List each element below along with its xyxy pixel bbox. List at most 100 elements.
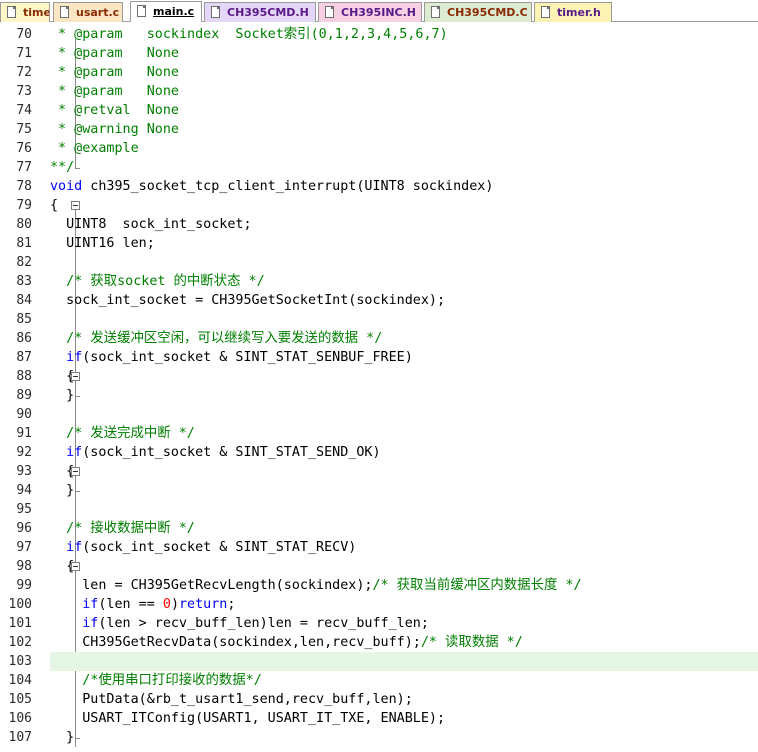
code-line[interactable]: 70 * @param sockindex Socket索引(0,1,2,3,4… — [0, 25, 758, 44]
code-token: * @param None — [50, 46, 179, 61]
code-editor[interactable]: 70 * @param sockindex Socket索引(0,1,2,3,4… — [0, 23, 758, 752]
code-token: (sock_int_socket & SINT_STAT_SENBUF_FREE… — [82, 350, 413, 365]
code-line[interactable]: 101 if(len > recv_buff_len)len = recv_bu… — [0, 614, 758, 633]
line-number: 87 — [16, 350, 32, 365]
tab-usart-c[interactable]: usart.c — [53, 2, 123, 22]
code-line[interactable]: 100 if(len == 0)return; — [0, 595, 758, 614]
code-line[interactable]: 104 /*使用串口打印接收的数据*/ — [0, 671, 758, 690]
line-number: 79 — [16, 198, 32, 213]
code-token: (sock_int_socket & SINT_STAT_SEND_OK) — [82, 445, 381, 460]
code-line[interactable]: 103 — [0, 652, 758, 671]
line-number: 71 — [16, 46, 32, 61]
code-line[interactable]: 87 if(sock_int_socket & SINT_STAT_SENBUF… — [0, 348, 758, 367]
code-token: } — [50, 483, 75, 498]
line-number: 97 — [16, 540, 32, 555]
code-token: return — [179, 597, 228, 612]
code-token: } — [50, 730, 75, 745]
code-line[interactable]: 86 /* 发送缓冲区空闲，可以继续写入要发送的数据 */ — [0, 329, 758, 348]
code-line[interactable]: 83 /* 获取socket 的中断状态 */ — [0, 272, 758, 291]
file-icon — [325, 6, 334, 18]
code-line[interactable]: 78 void ch395_socket_tcp_client_interrupt… — [0, 177, 758, 196]
code-token: if — [82, 597, 99, 612]
code-line[interactable]: 80 UINT8 sock_int_socket; — [0, 215, 758, 234]
code-token: { — [50, 464, 75, 479]
line-number: 78 — [16, 179, 32, 194]
tab-timer-c[interactable]: timer.c — [0, 2, 50, 22]
file-tab-bar: timer.c usart.c main.c CH395CMD.H CH395INC.H… — [0, 0, 758, 23]
line-number: 77 — [16, 160, 32, 175]
line-number: 80 — [16, 217, 32, 232]
code-token: UINT16 len; — [50, 236, 155, 251]
file-icon — [211, 6, 220, 18]
code-line[interactable]: 92 if(sock_int_socket & SINT_STAT_SEND_O… — [0, 443, 758, 462]
tab-label: timer.h — [557, 6, 601, 19]
code-line[interactable]: 106 USART_ITConfig(USART1, USART_IT_TXE,… — [0, 709, 758, 728]
line-number: 81 — [16, 236, 32, 251]
code-line[interactable]: 73 * @param None — [0, 82, 758, 101]
code-text: PutData(&rb_t_usart1_send,recv_buff,len)… — [50, 690, 413, 709]
code-text: if(len > recv_buff_len)len = recv_buff_l… — [50, 614, 429, 633]
code-line[interactable]: 96 /* 接收数据中断 */ — [0, 519, 758, 538]
code-text: * @param None — [50, 44, 179, 63]
code-text: sock_int_socket = CH395GetSocketInt(sock… — [50, 291, 445, 310]
line-number: 102 — [8, 635, 32, 650]
line-number: 96 — [16, 521, 32, 536]
line-number: 105 — [8, 692, 32, 707]
line-number: 95 — [16, 502, 32, 517]
code-line[interactable]: 90 — [0, 405, 758, 424]
code-line[interactable]: 93 { — [0, 462, 758, 481]
line-number: 88 — [16, 369, 32, 384]
code-line[interactable]: 98 { — [0, 557, 758, 576]
line-number: 73 — [16, 84, 32, 99]
code-token: (len == — [98, 597, 163, 612]
code-text: **/ — [50, 158, 74, 177]
code-text: { — [50, 557, 74, 576]
code-token: * @param sockindex Socket索引(0,1,2,3,4,5,… — [50, 27, 448, 42]
line-number: 89 — [16, 388, 32, 403]
code-line[interactable]: 71 * @param None — [0, 44, 758, 63]
tab-label: CH395CMD.C — [447, 6, 528, 19]
code-line[interactable]: 79 { — [0, 196, 758, 215]
tab-ch395cmd-c[interactable]: CH395CMD.C — [424, 2, 532, 22]
tab-ch395inc-h[interactable]: CH395INC.H — [318, 2, 422, 22]
code-line[interactable]: 81 UINT16 len; — [0, 234, 758, 253]
code-line[interactable]: 91 /* 发送完成中断 */ — [0, 424, 758, 443]
code-line[interactable]: 88 { — [0, 367, 758, 386]
tab-ch395cmd-h[interactable]: CH395CMD.H — [204, 2, 316, 22]
code-token: /*使用串口打印接收的数据*/ — [50, 673, 262, 688]
code-line[interactable]: 75 * @warning None — [0, 120, 758, 139]
code-line[interactable]: 84 sock_int_socket = CH395GetSocketInt(s… — [0, 291, 758, 310]
code-line[interactable]: 76 * @example — [0, 139, 758, 158]
code-line[interactable]: 105 PutData(&rb_t_usart1_send,recv_buff,… — [0, 690, 758, 709]
code-token: PutData(&rb_t_usart1_send,recv_buff,len)… — [50, 692, 413, 707]
file-icon — [60, 6, 69, 18]
code-token: **/ — [50, 160, 75, 175]
code-text: } — [50, 386, 74, 405]
code-line[interactable]: 107 } — [0, 728, 758, 747]
tab-main-c[interactable]: main.c — [130, 1, 202, 23]
code-line[interactable]: 99 len = CH395GetRecvLength(sockindex);/… — [0, 576, 758, 595]
code-line[interactable]: 97 if(sock_int_socket & SINT_STAT_RECV) — [0, 538, 758, 557]
code-line[interactable]: 74 * @retval None — [0, 101, 758, 120]
line-number: 103 — [8, 654, 32, 669]
code-line[interactable]: 72 * @param None — [0, 63, 758, 82]
code-line[interactable]: 89 } — [0, 386, 758, 405]
code-line[interactable]: 85 — [0, 310, 758, 329]
line-number: 104 — [8, 673, 32, 688]
code-token: ) — [170, 597, 179, 612]
code-line[interactable]: 95 — [0, 500, 758, 519]
code-line[interactable]: 82 — [0, 253, 758, 272]
line-number: 85 — [16, 312, 32, 327]
code-token: if — [66, 540, 83, 555]
code-token: * @example — [50, 141, 139, 156]
code-token: 0 — [162, 597, 171, 612]
code-line[interactable]: 77 **/ — [0, 158, 758, 177]
code-line[interactable]: 102 CH395GetRecvData(sockindex,len,recv_… — [0, 633, 758, 652]
line-number: 70 — [16, 27, 32, 42]
code-text: if(sock_int_socket & SINT_STAT_SEND_OK) — [50, 443, 381, 462]
code-token: * @warning None — [50, 122, 179, 137]
code-line[interactable]: 94 } — [0, 481, 758, 500]
tab-timer-h[interactable]: timer.h — [534, 2, 612, 22]
